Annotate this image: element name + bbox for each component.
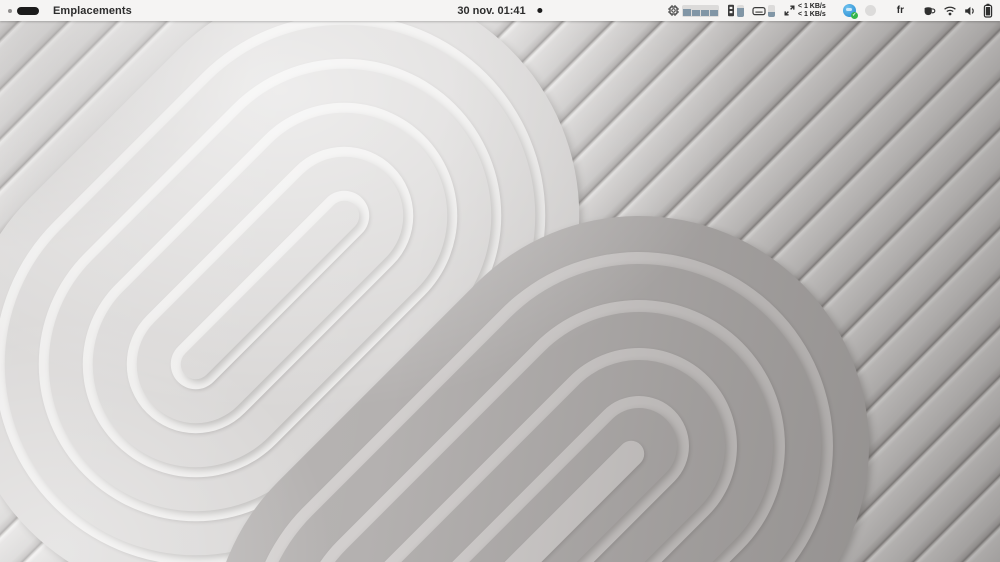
cpu-usage-meter — [682, 5, 719, 17]
network-arrows-icon — [783, 4, 796, 17]
quick-settings-menu[interactable] — [923, 3, 993, 18]
active-workspace-pill-icon — [17, 7, 39, 15]
memory-monitor[interactable] — [727, 4, 744, 17]
inactive-app-icon[interactable] — [865, 5, 876, 16]
workspace-dot-icon — [8, 9, 12, 13]
caffeine-cup-icon — [923, 5, 936, 17]
focused-app-menu[interactable]: Emplacements — [53, 5, 132, 17]
desktop[interactable]: Emplacements 30 nov. 01:41 — [0, 0, 1000, 562]
cpu-monitor[interactable] — [667, 4, 719, 17]
sync-app-icon[interactable]: ✓ — [843, 4, 856, 17]
top-bar: Emplacements 30 nov. 01:41 — [0, 0, 1000, 21]
battery-icon — [983, 3, 993, 18]
memory-usage-meter — [737, 5, 744, 17]
disk-icon — [752, 5, 766, 17]
disk-usage-meter — [768, 5, 775, 17]
net-down-speed: < 1 KB/s — [798, 3, 826, 11]
disk-monitor[interactable] — [752, 5, 775, 17]
check-badge-icon: ✓ — [851, 12, 858, 19]
notification-dot-icon — [538, 8, 543, 13]
keyboard-layout-indicator[interactable]: fr — [897, 5, 904, 16]
volume-icon — [964, 5, 976, 17]
system-monitor[interactable]: < 1 KB/s < 1 KB/s — [667, 3, 826, 19]
wallpaper — [0, 0, 1000, 562]
wifi-icon — [943, 5, 957, 16]
net-up-speed: < 1 KB/s — [798, 11, 826, 19]
clock-label: 30 nov. 01:41 — [457, 5, 525, 17]
network-monitor[interactable]: < 1 KB/s < 1 KB/s — [783, 3, 826, 19]
memory-icon — [727, 4, 735, 17]
cpu-chip-icon — [667, 4, 680, 17]
workspace-indicator[interactable] — [8, 7, 39, 15]
clock-menu[interactable]: 30 nov. 01:41 — [457, 0, 542, 21]
